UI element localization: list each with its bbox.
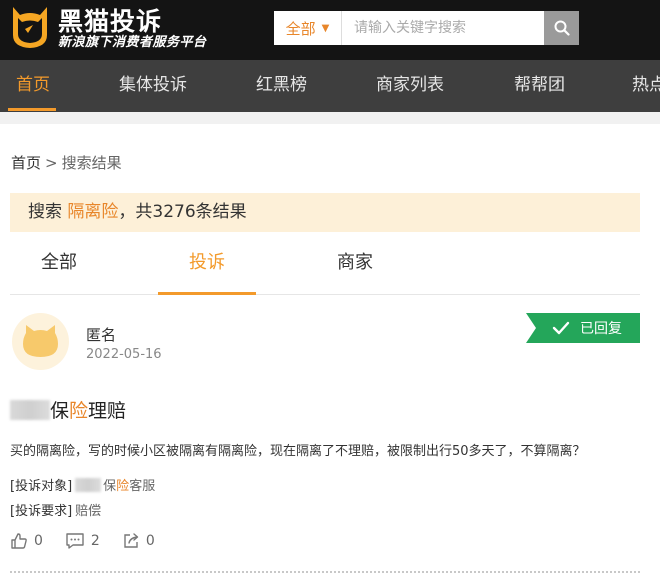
share-button[interactable]: 0 bbox=[122, 532, 155, 550]
share-count: 0 bbox=[145, 533, 155, 549]
comment-icon bbox=[66, 533, 84, 549]
target-part-1: 保 bbox=[103, 479, 117, 494]
tab-all[interactable]: 全部 bbox=[10, 240, 108, 295]
brand-subtitle: 新浪旗下消费者服务平台 bbox=[58, 35, 207, 50]
breadcrumb-home-link[interactable]: 首页 bbox=[11, 154, 41, 172]
nav-item-red-black-list[interactable]: 红黑榜 bbox=[256, 60, 307, 112]
share-icon bbox=[124, 533, 139, 548]
complaint-target-row: [投诉对象] 保险客服 bbox=[10, 475, 155, 494]
site-header: 黑猫投诉 新浪旗下消费者服务平台 全部 ▼ bbox=[0, 0, 660, 60]
complaint-request-row: [投诉要求] 赔偿 bbox=[10, 500, 101, 519]
main-nav: 首页 集体投诉 红黑榜 商家列表 帮帮团 热点 bbox=[0, 60, 660, 112]
breadcrumb-current: 搜索结果 bbox=[61, 154, 122, 172]
black-cat-logo[interactable] bbox=[10, 3, 50, 49]
search-icon bbox=[554, 20, 570, 36]
title-part-3: 理赔 bbox=[88, 400, 127, 422]
result-keyword: 隔离险 bbox=[67, 202, 119, 222]
nav-item-home[interactable]: 首页 bbox=[16, 60, 50, 112]
like-count: 0 bbox=[34, 533, 43, 549]
avatar bbox=[12, 313, 69, 370]
user-name[interactable]: 匿名 bbox=[86, 324, 116, 345]
nav-item-hot[interactable]: 热点 bbox=[632, 60, 660, 112]
page-gap bbox=[0, 112, 660, 124]
result-count: ，共3276条结果 bbox=[118, 202, 247, 222]
status-badge: 已回复 bbox=[526, 313, 640, 343]
complaint-title[interactable]: 保险理赔 bbox=[10, 396, 126, 423]
target-value[interactable]: 保险客服 bbox=[75, 475, 155, 494]
request-label: [投诉要求] bbox=[10, 504, 73, 519]
nav-item-help-group[interactable]: 帮帮团 bbox=[514, 60, 565, 112]
target-part-3: 客服 bbox=[129, 479, 156, 494]
target-keyword: 险 bbox=[116, 479, 130, 494]
like-button[interactable]: 0 bbox=[10, 532, 43, 550]
search-result-summary: 搜索 隔离险，共3276条结果 bbox=[10, 193, 640, 232]
result-tabs: 全部 投诉 商家 bbox=[10, 240, 640, 295]
nav-active-indicator bbox=[8, 108, 56, 111]
tab-merchants[interactable]: 商家 bbox=[306, 240, 404, 295]
redacted-target-name bbox=[75, 477, 102, 492]
redacted-company-name bbox=[10, 399, 50, 420]
search-box: 全部 ▼ bbox=[274, 11, 579, 45]
item-divider bbox=[10, 571, 640, 573]
cat-avatar-icon bbox=[23, 325, 58, 357]
nav-item-merchant-list[interactable]: 商家列表 bbox=[376, 60, 444, 112]
result-prefix: 搜索 bbox=[28, 202, 68, 222]
comment-button[interactable]: 2 bbox=[65, 532, 100, 550]
thumbs-up-icon bbox=[11, 533, 27, 549]
complaint-body: 买的隔离险，写的时候小区被隔离有隔离险，现在隔离了不理赔，被限制出行50多天了，… bbox=[10, 444, 586, 459]
comment-count: 2 bbox=[90, 533, 100, 549]
breadcrumb: 首页 > 搜索结果 bbox=[11, 152, 122, 173]
search-input[interactable] bbox=[344, 11, 544, 45]
breadcrumb-separator: > bbox=[45, 154, 58, 172]
check-icon bbox=[552, 321, 570, 335]
search-button[interactable] bbox=[544, 11, 579, 45]
nav-item-group-complaints[interactable]: 集体投诉 bbox=[119, 60, 187, 112]
search-category-select[interactable]: 全部 ▼ bbox=[274, 11, 342, 45]
title-part-1: 保 bbox=[50, 400, 70, 422]
post-date: 2022-05-16 bbox=[86, 347, 162, 362]
tab-complaints[interactable]: 投诉 bbox=[158, 240, 256, 295]
request-value: 赔偿 bbox=[75, 504, 102, 519]
title-keyword: 险 bbox=[69, 400, 89, 422]
caret-down-icon: ▼ bbox=[321, 22, 330, 34]
action-bar: 0 2 0 bbox=[10, 530, 177, 552]
search-category-label: 全部 bbox=[285, 19, 316, 38]
status-label: 已回复 bbox=[580, 321, 622, 337]
target-label: [投诉对象] bbox=[10, 479, 73, 494]
